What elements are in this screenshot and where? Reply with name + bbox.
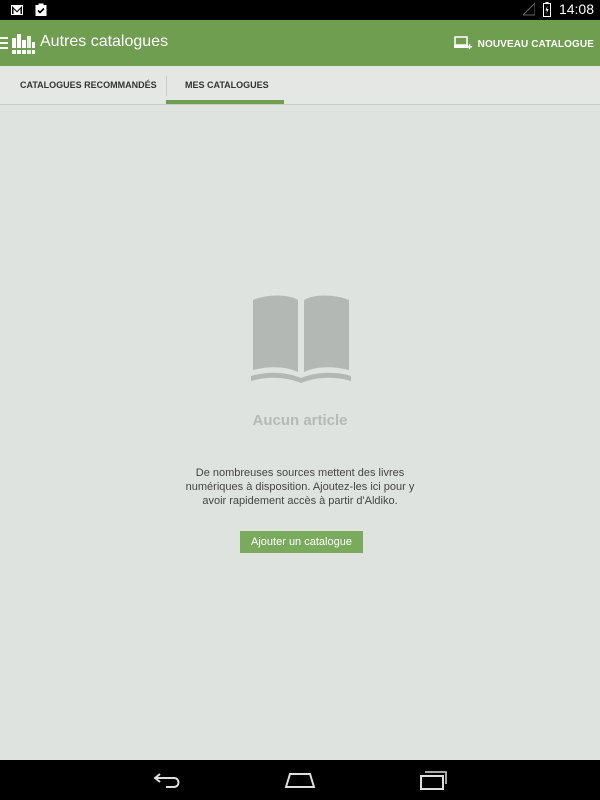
gmail-icon	[11, 5, 23, 15]
empty-state-title: Aucun article	[252, 412, 348, 429]
status-bar: 14:08	[0, 0, 600, 20]
tab-my-catalogues[interactable]: MES CATALOGUES	[166, 66, 284, 104]
signal-icon	[522, 2, 535, 16]
action-bar: Autres catalogues NOUVEAU CATALOGUE	[0, 20, 600, 66]
add-catalogue-button[interactable]: Ajouter un catalogue	[240, 531, 363, 553]
navigation-bar	[0, 760, 600, 800]
clipboard-check-icon	[35, 3, 47, 16]
recents-icon[interactable]	[418, 770, 448, 790]
tab-recommended-catalogues[interactable]: CATALOGUES RECOMMANDÉS	[20, 66, 157, 104]
battery-icon	[542, 1, 551, 17]
new-catalogue-label: NOUVEAU CATALOGUE	[477, 38, 594, 50]
new-catalogue-button[interactable]: NOUVEAU CATALOGUE	[453, 34, 594, 54]
menu-icon[interactable]	[0, 36, 10, 50]
tab-bar: CATALOGUES RECOMMANDÉS MES CATALOGUES	[0, 66, 600, 105]
open-book-icon	[251, 295, 351, 383]
back-icon[interactable]	[152, 770, 184, 790]
selected-tab-indicator	[166, 100, 284, 104]
status-notifications	[10, 3, 48, 17]
home-icon[interactable]	[284, 770, 316, 790]
page-title: Autres catalogues	[40, 33, 169, 50]
aldiko-logo-icon[interactable]	[12, 32, 36, 54]
add-catalogue-icon	[453, 36, 472, 50]
status-time: 14:08	[558, 1, 594, 17]
empty-state-description: De nombreuses sources mettent des livres…	[185, 467, 415, 507]
